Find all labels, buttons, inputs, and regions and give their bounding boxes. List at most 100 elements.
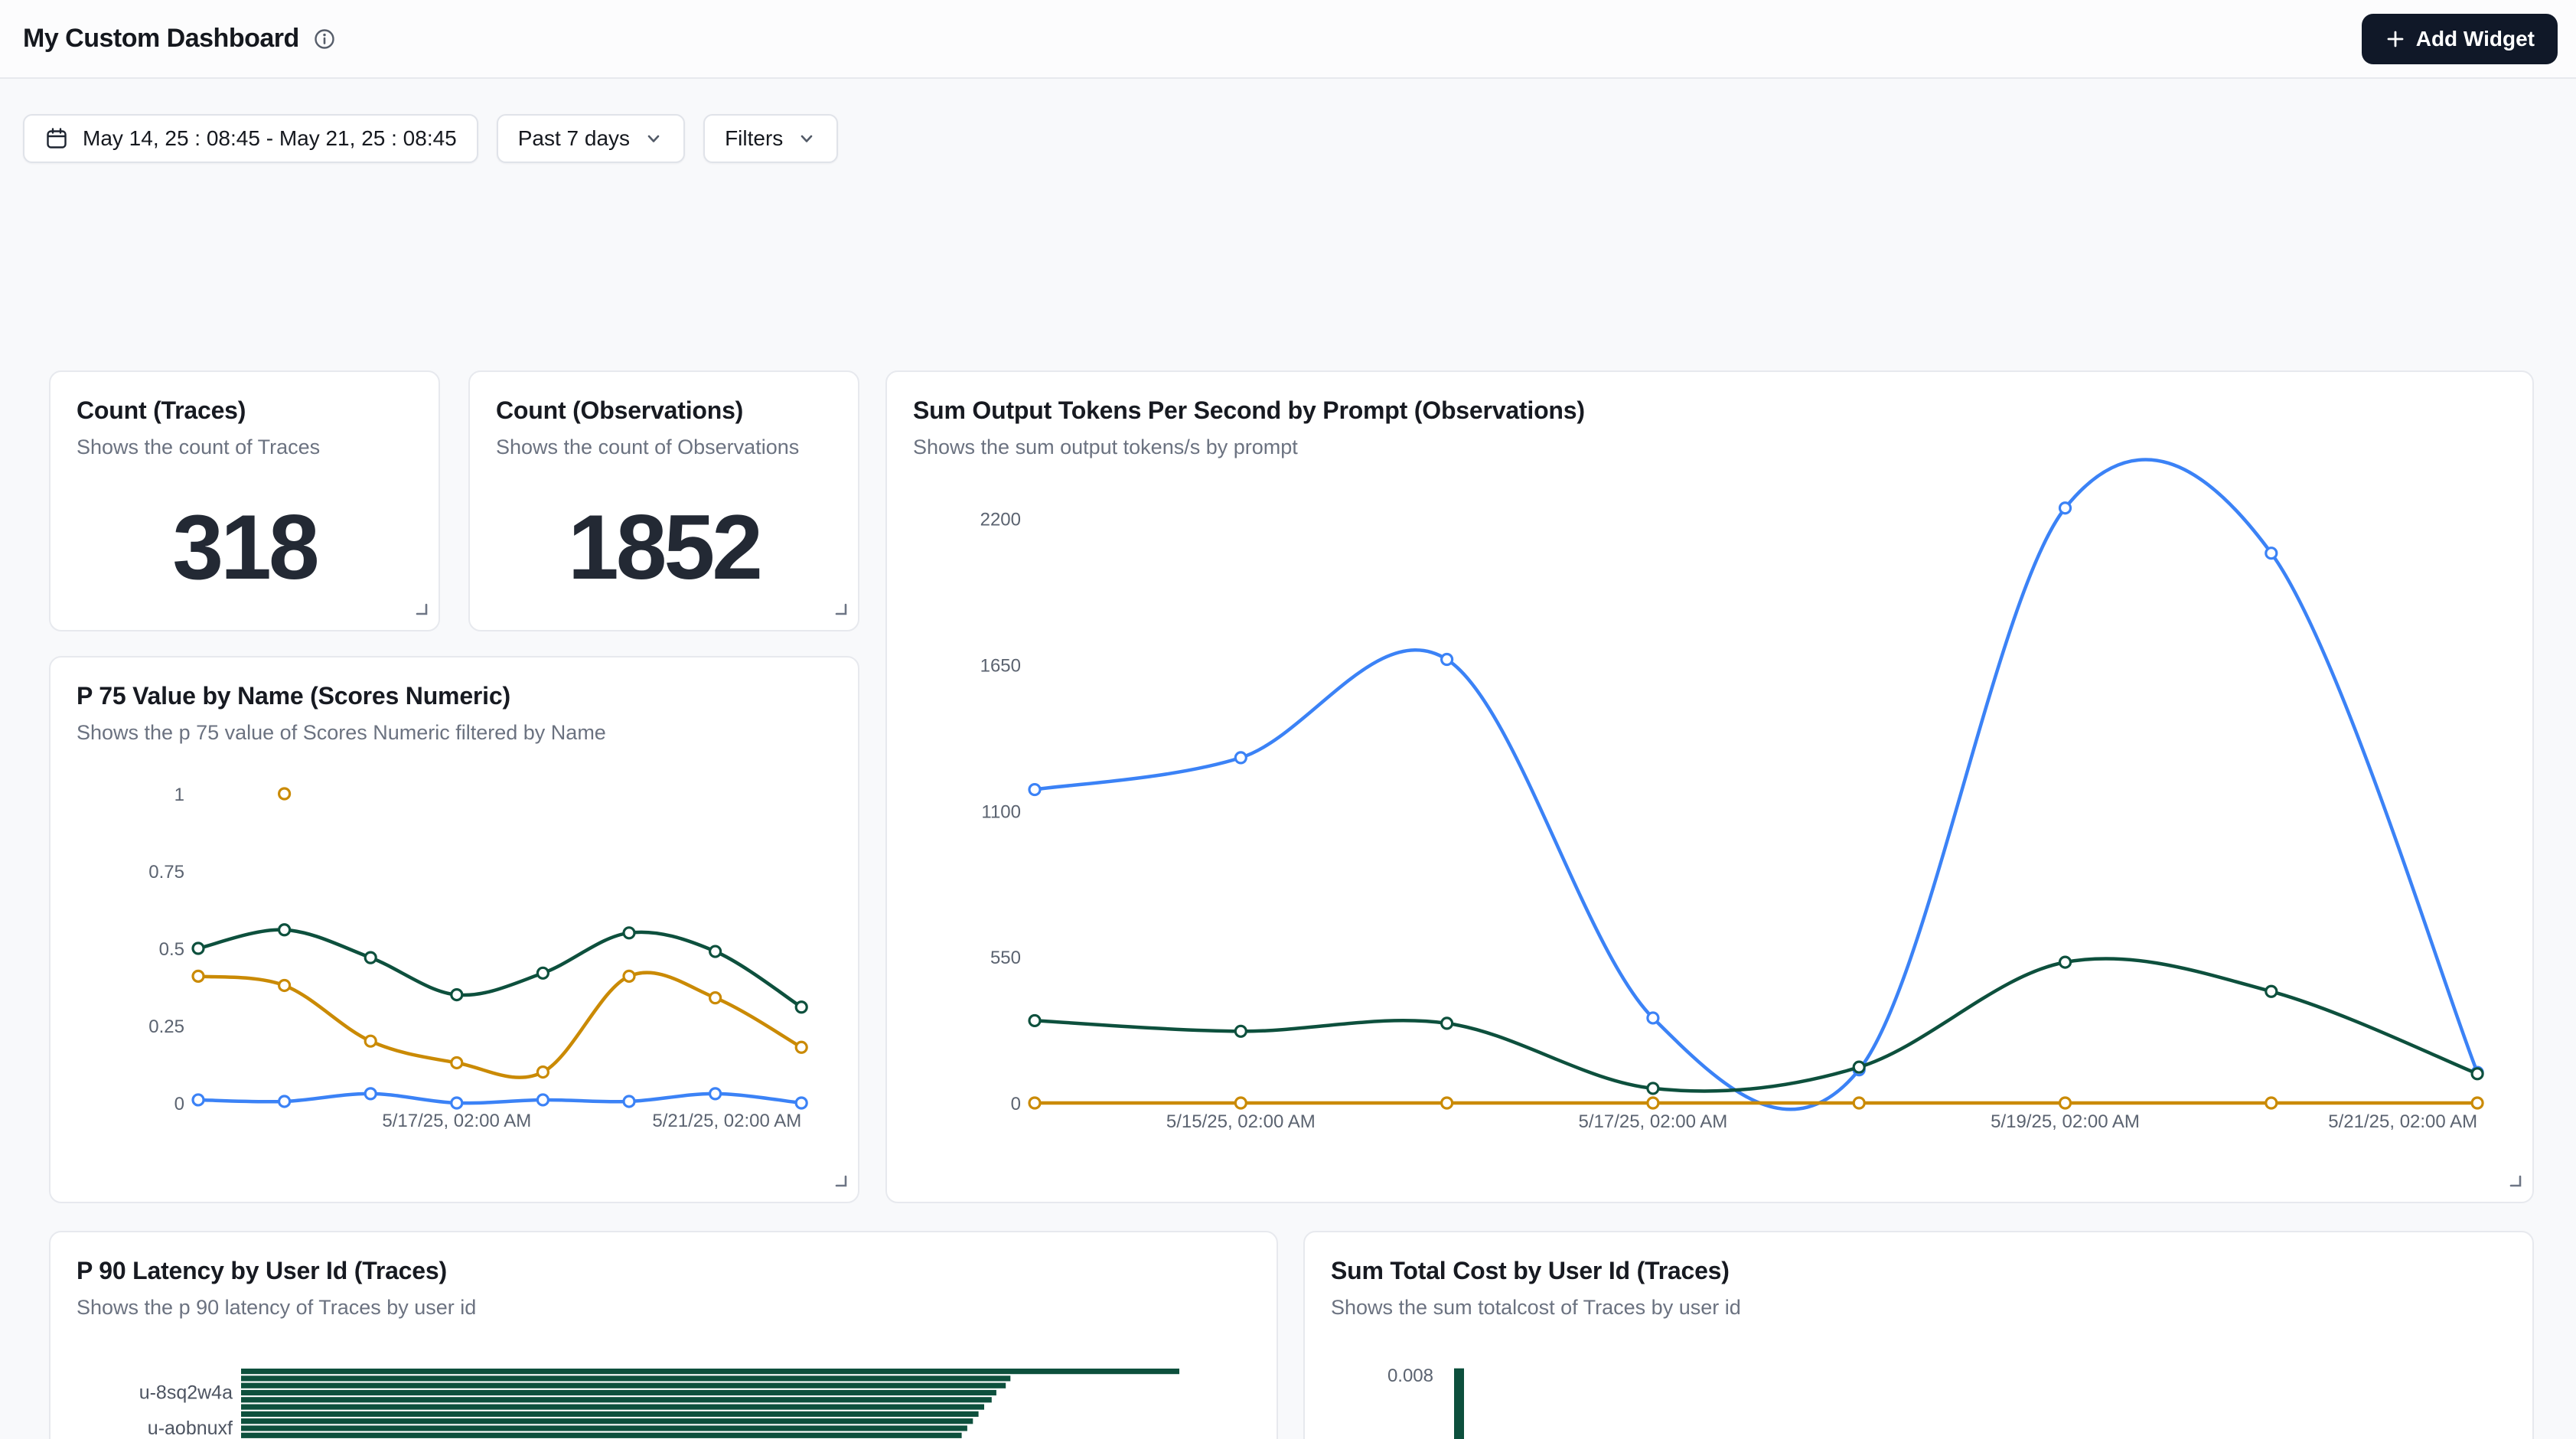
data-point[interactable] [1648, 1083, 1658, 1094]
bar[interactable] [241, 1411, 979, 1417]
data-point[interactable] [1235, 1026, 1246, 1036]
add-widget-label: Add Widget [2416, 27, 2535, 51]
bar[interactable] [241, 1369, 1179, 1374]
widget-subtitle: Shows the sum output tokens/s by prompt [913, 436, 2506, 459]
resize-handle-icon[interactable] [829, 1169, 849, 1193]
data-point[interactable] [1442, 1098, 1453, 1108]
bar[interactable] [1454, 1369, 1464, 1439]
widget-p90-latency[interactable]: u-8sq2w4au-aobnuxfu-tFAR5TXu-zVqP3hwu-5M… [49, 1231, 1278, 1439]
date-range-picker[interactable]: May 14, 25 : 08:45 - May 21, 25 : 08:45 [23, 114, 478, 163]
data-point[interactable] [2060, 957, 2071, 967]
info-icon[interactable] [313, 28, 336, 51]
data-point[interactable] [452, 990, 462, 1000]
bar-category-label: u-8sq2w4a [139, 1382, 233, 1404]
data-point[interactable] [796, 1098, 807, 1108]
data-point[interactable] [193, 943, 204, 954]
bar[interactable] [241, 1390, 996, 1395]
data-point[interactable] [537, 967, 548, 978]
data-point[interactable] [2060, 503, 2071, 514]
data-point[interactable] [1442, 1018, 1453, 1029]
y-axis-label: 0.25 [148, 1016, 184, 1037]
y-axis-label: 0 [174, 1094, 184, 1114]
data-point[interactable] [193, 1095, 204, 1105]
data-point[interactable] [2060, 1098, 2071, 1108]
data-point[interactable] [1029, 785, 1040, 795]
line-series [1035, 459, 2477, 1109]
data-point[interactable] [537, 1067, 548, 1078]
data-point[interactable] [1029, 1098, 1040, 1108]
bar[interactable] [241, 1405, 984, 1410]
data-point[interactable] [796, 1042, 807, 1052]
data-point[interactable] [1235, 752, 1246, 763]
data-point[interactable] [279, 1096, 290, 1107]
data-point[interactable] [1854, 1062, 1864, 1072]
data-point[interactable] [1854, 1098, 1864, 1108]
data-point[interactable] [279, 925, 290, 935]
data-point[interactable] [1648, 1013, 1658, 1023]
data-point[interactable] [365, 952, 376, 963]
data-point[interactable] [2266, 1098, 2277, 1108]
calendar-icon [44, 126, 69, 151]
resize-handle-icon[interactable] [829, 597, 849, 621]
data-point[interactable] [624, 928, 634, 938]
count-value: 318 [51, 464, 439, 630]
widget-subtitle: Shows the count of Traces [77, 436, 412, 459]
time-preset-dropdown[interactable]: Past 7 days [497, 114, 685, 163]
widget-subtitle: Shows the p 90 latency of Traces by user… [77, 1296, 1251, 1320]
bar[interactable] [241, 1433, 962, 1438]
filter-toolbar: May 14, 25 : 08:45 - May 21, 25 : 08:45 … [23, 114, 2576, 163]
add-widget-button[interactable]: Add Widget [2362, 14, 2558, 64]
resize-handle-icon[interactable] [409, 597, 429, 621]
data-point[interactable] [710, 1088, 721, 1099]
line-chart-tokens[interactable]: 05501100165022005/15/25, 02:00 AM5/17/25… [887, 372, 2534, 1203]
widget-p75-scores[interactable]: 00.250.50.7515/17/25, 02:00 AM5/21/25, 0… [49, 656, 859, 1203]
y-axis-label: 1650 [980, 655, 1021, 676]
y-axis-label: 1100 [981, 801, 1021, 822]
widget-subtitle: Shows the count of Observations [496, 436, 832, 459]
plus-icon [2385, 28, 2406, 50]
data-point[interactable] [193, 971, 204, 981]
data-point[interactable] [624, 1096, 634, 1107]
filters-dropdown[interactable]: Filters [703, 114, 838, 163]
resize-handle-icon[interactable] [2503, 1169, 2523, 1193]
data-point[interactable] [1442, 654, 1453, 665]
widget-count-traces[interactable]: Count (Traces) Shows the count of Traces… [49, 370, 440, 631]
widget-sum-total-cost[interactable]: 0.0080.006 Sum Total Cost by User Id (Tr… [1303, 1231, 2534, 1439]
widget-count-observations[interactable]: Count (Observations) Shows the count of … [468, 370, 859, 631]
bar[interactable] [241, 1383, 1006, 1388]
data-point[interactable] [1235, 1098, 1246, 1108]
data-point[interactable] [537, 1095, 548, 1105]
y-axis-label: 550 [990, 948, 1021, 968]
bar[interactable] [241, 1425, 967, 1431]
data-point[interactable] [279, 788, 290, 799]
bar[interactable] [241, 1397, 992, 1402]
widget-title: Count (Observations) [496, 396, 832, 425]
y-axis-label: 0 [1011, 1094, 1021, 1114]
y-axis-label: 0.008 [1387, 1366, 1433, 1386]
data-point[interactable] [1029, 1015, 1040, 1026]
data-point[interactable] [365, 1036, 376, 1046]
data-point[interactable] [279, 980, 290, 990]
bar[interactable] [241, 1375, 1010, 1381]
data-point[interactable] [624, 971, 634, 981]
data-point[interactable] [710, 946, 721, 957]
widget-sum-output-tokens[interactable]: 05501100165022005/15/25, 02:00 AM5/17/25… [885, 370, 2534, 1203]
x-axis-label: 5/21/25, 02:00 AM [2328, 1111, 2477, 1132]
data-point[interactable] [2266, 548, 2277, 559]
data-point[interactable] [2472, 1098, 2483, 1108]
data-point[interactable] [2472, 1069, 2483, 1079]
data-point[interactable] [452, 1098, 462, 1108]
widget-subtitle: Shows the p 75 value of Scores Numeric f… [77, 721, 832, 745]
data-point[interactable] [2266, 986, 2277, 997]
data-point[interactable] [710, 993, 721, 1003]
bar[interactable] [241, 1418, 973, 1424]
data-point[interactable] [365, 1088, 376, 1099]
x-axis-label: 5/17/25, 02:00 AM [382, 1111, 531, 1131]
data-point[interactable] [452, 1057, 462, 1068]
time-preset-label: Past 7 days [518, 126, 630, 151]
data-point[interactable] [1648, 1098, 1658, 1108]
bar-category-label: u-aobnuxf [148, 1418, 233, 1439]
x-axis-label: 5/19/25, 02:00 AM [1991, 1111, 2140, 1132]
y-axis-label: 1 [174, 785, 184, 805]
data-point[interactable] [796, 1002, 807, 1013]
